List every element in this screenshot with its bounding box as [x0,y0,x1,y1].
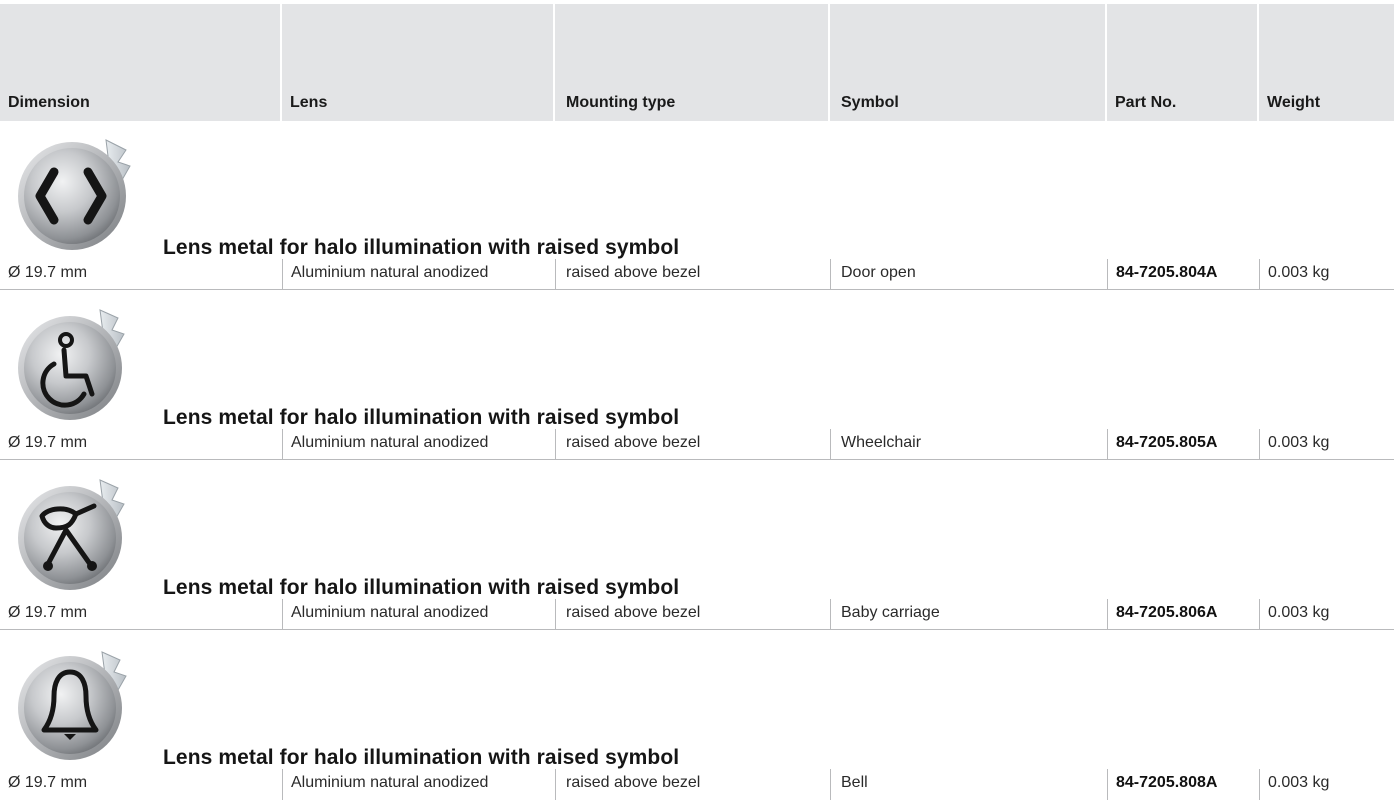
cell-text: 0.003 kg [1268,434,1330,451]
cell-mounting: raised above bezel [555,769,830,800]
cell-text: 0.003 kg [1268,264,1330,281]
cell-part-no: 84-7205.808A [1107,769,1259,800]
table-header: Dimension Lens Mounting type Symbol Part… [0,4,1394,121]
header-label-mounting-type: Mounting type [566,94,676,111]
cell-mounting: raised above bezel [555,599,830,630]
product-section: Lens metal for halo illumination with ra… [0,462,1394,632]
cell-text: Aluminium natural anodized [291,774,489,791]
cell-text: 0.003 kg [1268,604,1330,621]
header-label-lens: Lens [290,94,328,111]
cell-part-no: 84-7205.804A [1107,259,1259,290]
table-row: Ø 19.7 mm Aluminium natural anodized rai… [0,599,1394,630]
cell-text: Aluminium natural anodized [291,434,489,451]
cell-weight: 0.003 kg [1259,599,1394,630]
door-open-symbol-icon [18,139,131,250]
cell-text: raised above bezel [566,434,701,451]
cell-text: Ø 19.7 mm [8,264,88,281]
cell-symbol: Bell [830,769,1107,800]
cell-text: 84-7205.805A [1116,434,1218,451]
cell-part-no: 84-7205.806A [1107,599,1259,630]
cell-dimension: Ø 19.7 mm [0,599,282,630]
cell-text: Baby carriage [841,604,940,621]
header-cell-dimension: Dimension [0,4,280,121]
cell-dimension: Ø 19.7 mm [0,769,282,800]
cell-weight: 0.003 kg [1259,429,1394,460]
cell-lens: Aluminium natural anodized [282,599,555,630]
bell-symbol-icon [18,651,127,760]
cell-text: 84-7205.804A [1116,264,1218,281]
cell-weight: 0.003 kg [1259,259,1394,290]
cell-text: 0.003 kg [1268,774,1330,791]
section-title: Lens metal for halo illumination with ra… [163,576,680,599]
product-section: Lens metal for halo illumination with ra… [0,292,1394,462]
cell-lens: Aluminium natural anodized [282,429,555,460]
cell-text: Ø 19.7 mm [8,604,88,621]
wheelchair-symbol-icon [18,309,125,420]
header-cell-lens: Lens [282,4,553,121]
product-section: Lens metal for halo illumination with ra… [0,632,1394,802]
section-title: Lens metal for halo illumination with ra… [163,236,680,259]
cell-text: raised above bezel [566,604,701,621]
cell-lens: Aluminium natural anodized [282,259,555,290]
cell-text: raised above bezel [566,264,701,281]
header-label-dimension: Dimension [8,94,90,111]
header-cell-symbol: Symbol [830,4,1105,121]
header-cell-weight: Weight [1259,4,1394,121]
section-title: Lens metal for halo illumination with ra… [163,746,680,769]
cell-dimension: Ø 19.7 mm [0,259,282,290]
cell-mounting: raised above bezel [555,259,830,290]
baby-carriage-symbol-icon [18,479,125,590]
header-cell-mounting-type: Mounting type [555,4,828,121]
cell-weight: 0.003 kg [1259,769,1394,800]
cell-text: raised above bezel [566,774,701,791]
cell-text: 84-7205.806A [1116,604,1218,621]
cell-dimension: Ø 19.7 mm [0,429,282,460]
cell-text: 84-7205.808A [1116,774,1218,791]
cell-lens: Aluminium natural anodized [282,769,555,800]
header-label-symbol: Symbol [841,94,899,111]
cell-symbol: Baby carriage [830,599,1107,630]
cell-mounting: raised above bezel [555,429,830,460]
table-row: Ø 19.7 mm Aluminium natural anodized rai… [0,259,1394,290]
table-row: Ø 19.7 mm Aluminium natural anodized rai… [0,769,1394,800]
section-title: Lens metal for halo illumination with ra… [163,406,680,429]
cell-text: Aluminium natural anodized [291,264,489,281]
cell-text: Wheelchair [841,434,922,451]
cell-text: Aluminium natural anodized [291,604,489,621]
header-label-part-no: Part No. [1115,94,1177,111]
header-cell-part-no: Part No. [1107,4,1257,121]
cell-text: Door open [841,264,916,281]
cell-part-no: 84-7205.805A [1107,429,1259,460]
cell-text: Bell [841,774,868,791]
cell-text: Ø 19.7 mm [8,774,88,791]
header-label-weight: Weight [1267,94,1321,111]
cell-symbol: Wheelchair [830,429,1107,460]
cell-text: Ø 19.7 mm [8,434,88,451]
table-row: Ø 19.7 mm Aluminium natural anodized rai… [0,429,1394,460]
product-section: Lens metal for halo illumination with ra… [0,122,1394,292]
cell-symbol: Door open [830,259,1107,290]
